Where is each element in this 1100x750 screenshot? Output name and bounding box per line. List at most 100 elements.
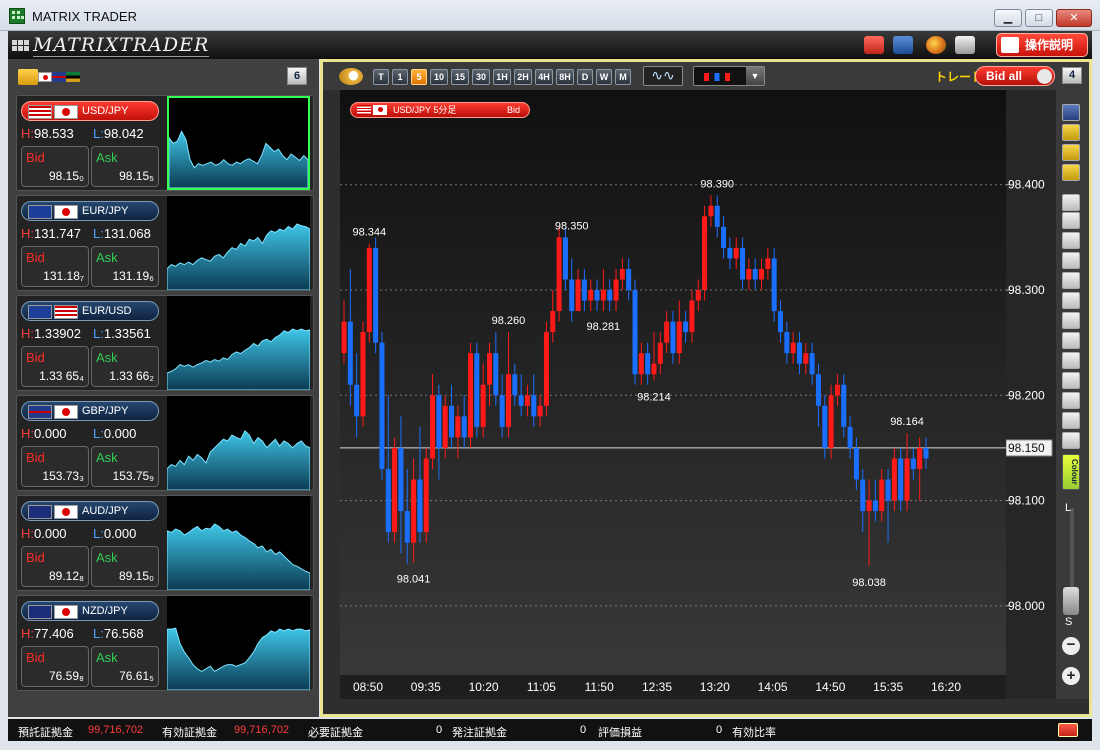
help-button[interactable]: 操作説明: [996, 33, 1088, 57]
fibonacci-icon[interactable]: [1062, 352, 1080, 369]
candle-body: [581, 279, 587, 301]
sparkline-chart[interactable]: [166, 496, 311, 591]
save-icon[interactable]: [893, 36, 913, 54]
sparkline-chart[interactable]: [166, 296, 311, 391]
pair-pill[interactable]: USD/JPY: [21, 101, 159, 121]
timeframe-15[interactable]: 15: [451, 69, 469, 85]
expand-up-icon[interactable]: [1058, 723, 1078, 737]
timeframe-8h[interactable]: 8H: [556, 69, 574, 85]
flag-icon[interactable]: [1062, 144, 1080, 161]
crosshair-icon[interactable]: [1062, 232, 1080, 249]
bid-button[interactable]: Bid 98.15₀: [21, 146, 89, 187]
rate-card-gbp-jpy[interactable]: GBP/JPY H:0.000 L:0.000 Bid 153.73₃ Ask 1…: [16, 395, 314, 491]
price-axis: 98.400 98.300 98.200 98.100 98.000 98.150: [1005, 90, 1056, 699]
bid-button[interactable]: Bid 76.59₈: [21, 646, 89, 687]
high-low: H:77.406 L:76.568: [21, 626, 161, 641]
chart-plot-area[interactable]: 98.344 98.041 98.260 98.350 98.281 98.214 98.3…: [340, 90, 1006, 699]
rate-card-nzd-jpy[interactable]: NZD/JPY H:77.406 L:76.568 Bid 76.59₈ Ask …: [16, 595, 314, 691]
order-value: 0: [580, 724, 587, 736]
maximize-button[interactable]: □: [1025, 9, 1053, 27]
image-icon[interactable]: [1062, 194, 1080, 211]
candle-body: [379, 342, 385, 469]
app-logo: MATRIXTRADER: [12, 34, 210, 57]
zoom-slider-handle[interactable]: [1063, 587, 1079, 615]
candle-body: [518, 395, 524, 406]
ask-button[interactable]: Ask 1.33 66₂: [91, 346, 159, 387]
rate-card-eur-jpy[interactable]: EUR/JPY H:131.747 L:131.068 Bid 131.18₇ A…: [16, 195, 314, 291]
candle-body: [910, 458, 916, 469]
close-button[interactable]: ✕: [1056, 9, 1092, 27]
pair-pill[interactable]: NZD/JPY: [21, 601, 159, 621]
minimize-button[interactable]: ▁: [994, 9, 1022, 27]
vertical-line-icon[interactable]: [1062, 292, 1080, 309]
timeframe-1h[interactable]: 1H: [493, 69, 511, 85]
rate-card-eur-usd[interactable]: EUR/USD H:1.33902 L:1.33561 Bid 1.33 65₄ …: [16, 295, 314, 391]
cursor-icon[interactable]: [1062, 212, 1080, 229]
timeframe-4h[interactable]: 4H: [535, 69, 553, 85]
trendline-icon[interactable]: [1062, 252, 1080, 269]
ask-button[interactable]: Ask 76.61₅: [91, 646, 159, 687]
ask-button[interactable]: Ask 98.15₅: [91, 146, 159, 187]
timeframe-m[interactable]: M: [615, 69, 631, 85]
rate-card-aud-jpy[interactable]: AUD/JPY H:0.000 L:0.000 Bid 89.12₈ Ask 89…: [16, 495, 314, 591]
chart-count-badge[interactable]: 4: [1062, 67, 1082, 84]
sparkline-chart[interactable]: [166, 596, 311, 691]
colour-button[interactable]: Colour: [1062, 454, 1080, 490]
rate-card-usd-jpy[interactable]: USD/JPY H:98.533 L:98.042 Bid 98.15₀ Ask …: [16, 95, 314, 191]
parallel-lines-icon[interactable]: [1062, 332, 1080, 349]
pair-pill[interactable]: AUD/JPY: [21, 501, 159, 521]
sparkline-chart[interactable]: [166, 396, 311, 491]
pair-pill[interactable]: EUR/USD: [21, 301, 159, 321]
current-price-label: 98.150: [1008, 441, 1045, 455]
flag-za-icon: [66, 72, 80, 82]
timeframe-1[interactable]: 1: [392, 69, 408, 85]
candle-body: [562, 237, 568, 280]
bid-all-toggle[interactable]: Bid all: [975, 66, 1055, 86]
zoom-slider-track[interactable]: [1070, 508, 1074, 598]
ask-button[interactable]: Ask 131.19₆: [91, 246, 159, 287]
ask-button[interactable]: Ask 153.75₉: [91, 446, 159, 487]
bell-icon[interactable]: [1062, 164, 1080, 181]
palette-icon[interactable]: [926, 36, 946, 54]
toolbox-icon[interactable]: [864, 36, 884, 54]
pencil-icon[interactable]: [1062, 412, 1080, 429]
horizontal-line-icon[interactable]: [1062, 272, 1080, 289]
sparkline-chart[interactable]: [166, 196, 311, 291]
bid-button[interactable]: Bid 153.73₃: [21, 446, 89, 487]
timeframe-5[interactable]: 5: [411, 69, 427, 85]
arc-icon[interactable]: [1062, 372, 1080, 389]
info-icon[interactable]: [1062, 104, 1080, 121]
line-chart-type-icon[interactable]: ∿∿: [643, 66, 683, 86]
alert-n-icon[interactable]: [1062, 124, 1080, 141]
zoom-in-icon[interactable]: +: [1062, 667, 1080, 685]
bid-label: Bid: [26, 350, 45, 365]
candle-body: [487, 353, 492, 385]
zoom-out-icon[interactable]: −: [1062, 637, 1080, 655]
folder-icon[interactable]: [18, 69, 38, 85]
timeframe-10[interactable]: 10: [430, 69, 448, 85]
series-label-pill[interactable]: USD/JPY 5分足 Bid: [350, 102, 530, 118]
fan-icon[interactable]: [1062, 312, 1080, 329]
timeframe-w[interactable]: W: [596, 69, 612, 85]
bid-button[interactable]: Bid 89.12₈: [21, 546, 89, 587]
candle-body: [575, 279, 581, 312]
timeframe-2h[interactable]: 2H: [514, 69, 532, 85]
pair-pill[interactable]: EUR/JPY: [21, 201, 159, 221]
bid-button[interactable]: Bid 131.18₇: [21, 246, 89, 287]
ask-button[interactable]: Ask 89.15₀: [91, 546, 159, 587]
candle-body: [607, 290, 613, 301]
bid-button[interactable]: Bid 1.33 65₄: [21, 346, 89, 387]
timeframe-t[interactable]: T: [373, 69, 389, 85]
trash-icon[interactable]: [1062, 432, 1080, 449]
chart-style-select[interactable]: ▼: [693, 66, 765, 86]
sparkline-chart[interactable]: [167, 96, 310, 190]
timeframe-30[interactable]: 30: [472, 69, 490, 85]
pair-pill[interactable]: GBP/JPY: [21, 401, 159, 421]
candlestick-chart[interactable]: 98.344 98.041 98.260 98.350 98.281 98.214 98.3…: [340, 90, 1006, 699]
sparkline-area: [166, 328, 311, 391]
grid-tool-icon[interactable]: [1062, 392, 1080, 409]
zoom-search-icon[interactable]: [339, 68, 363, 85]
print-icon[interactable]: [955, 36, 975, 54]
pair-count-badge[interactable]: 6: [287, 67, 307, 85]
timeframe-d[interactable]: D: [577, 69, 593, 85]
